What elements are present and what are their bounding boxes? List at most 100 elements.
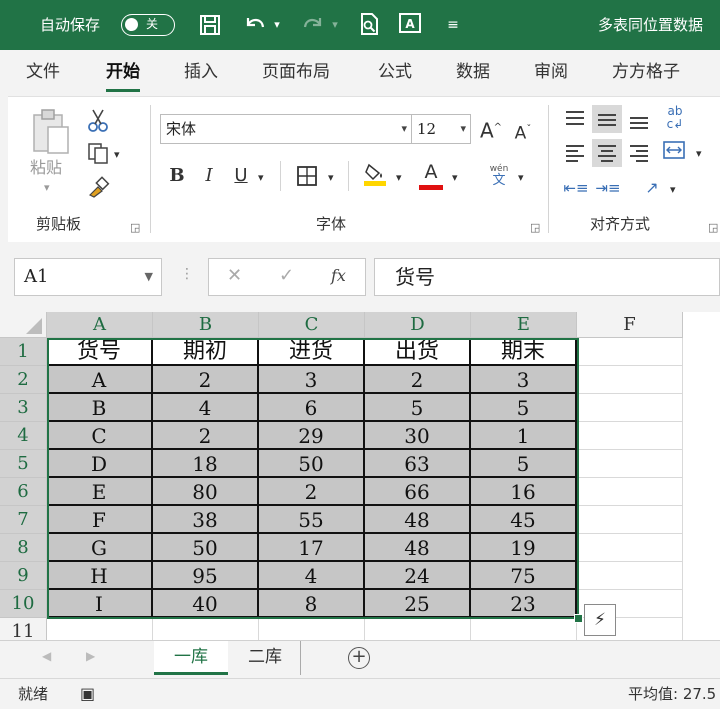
- print-preview-icon[interactable]: [355, 12, 383, 38]
- row-header-8[interactable]: 8: [0, 534, 47, 562]
- row-header-9[interactable]: 9: [0, 562, 47, 590]
- cell-A10[interactable]: I: [47, 590, 153, 618]
- cell-D9[interactable]: 24: [365, 562, 471, 590]
- tab-fangfang[interactable]: 方方格子: [612, 50, 680, 96]
- tab-data[interactable]: 数据: [456, 50, 490, 96]
- shrink-font-icon[interactable]: Aˇ: [510, 117, 536, 147]
- tab-file[interactable]: 文件: [26, 50, 60, 96]
- tab-review[interactable]: 审阅: [534, 50, 568, 96]
- customize-qat-icon[interactable]: ≡: [444, 12, 462, 38]
- cell-B5[interactable]: 18: [153, 450, 259, 478]
- cell-C5[interactable]: 50: [259, 450, 365, 478]
- cell-E2[interactable]: 3: [471, 366, 577, 394]
- cell-F5[interactable]: [577, 450, 683, 478]
- fill-color-dropdown-icon[interactable]: ▾: [396, 165, 402, 191]
- cell-F8[interactable]: [577, 534, 683, 562]
- select-all-corner[interactable]: [0, 312, 47, 338]
- align-left-icon[interactable]: [560, 139, 590, 167]
- status-average[interactable]: 平均值: 27.5: [628, 679, 716, 709]
- cell-C9[interactable]: 4: [259, 562, 365, 590]
- cell-B9[interactable]: 95: [153, 562, 259, 590]
- font-size-box[interactable]: 12 ▾: [411, 114, 471, 144]
- wrap-text-icon[interactable]: ab c↲: [660, 105, 690, 131]
- sheet-tab-1[interactable]: 一库: [154, 641, 228, 675]
- column-header-f[interactable]: F: [577, 312, 683, 338]
- column-header-d[interactable]: D: [365, 312, 471, 338]
- cell-B4[interactable]: 2: [153, 422, 259, 450]
- cell-D4[interactable]: 30: [365, 422, 471, 450]
- cell-D6[interactable]: 66: [365, 478, 471, 506]
- font-size-dropdown-icon[interactable]: ▾: [460, 115, 466, 143]
- cell-B2[interactable]: 2: [153, 366, 259, 394]
- cell-A3[interactable]: B: [47, 394, 153, 422]
- font-name-box[interactable]: 宋体 ▾: [160, 114, 412, 144]
- cell-F7[interactable]: [577, 506, 683, 534]
- cell-A2[interactable]: A: [47, 366, 153, 394]
- cell-C10[interactable]: 8: [259, 590, 365, 618]
- tab-home[interactable]: 开始: [106, 50, 140, 96]
- align-center-icon[interactable]: [592, 139, 622, 167]
- enter-icon[interactable]: ✓: [279, 265, 294, 286]
- align-middle-icon[interactable]: [592, 105, 622, 133]
- cell-E11[interactable]: [471, 618, 577, 640]
- align-top-icon[interactable]: [560, 105, 590, 133]
- cell-A11[interactable]: [47, 618, 153, 640]
- orientation-dropdown-icon[interactable]: ▾: [670, 177, 676, 203]
- cell-C11[interactable]: [259, 618, 365, 640]
- row-header-10[interactable]: 10: [0, 590, 47, 618]
- cell-C6[interactable]: 2: [259, 478, 365, 506]
- paste-icon[interactable]: [28, 107, 74, 161]
- cell-A4[interactable]: C: [47, 422, 153, 450]
- merge-dropdown-icon[interactable]: ▾: [696, 141, 702, 167]
- align-right-icon[interactable]: [624, 139, 654, 167]
- cell-B6[interactable]: 80: [153, 478, 259, 506]
- phonetic-dropdown-icon[interactable]: ▾: [518, 165, 524, 191]
- cell-C8[interactable]: 17: [259, 534, 365, 562]
- cell-B1[interactable]: 期初: [153, 338, 259, 366]
- phonetic-guide-icon[interactable]: wén 文: [484, 163, 514, 187]
- name-box-dropdown-icon[interactable]: ▼: [145, 259, 153, 295]
- cell-E3[interactable]: 5: [471, 394, 577, 422]
- row-header-3[interactable]: 3: [0, 394, 47, 422]
- accessibility-icon[interactable]: ▣: [80, 679, 95, 709]
- row-header-1[interactable]: 1: [0, 338, 47, 366]
- merge-center-icon[interactable]: [660, 139, 688, 169]
- cell-B10[interactable]: 40: [153, 590, 259, 618]
- cell-F9[interactable]: [577, 562, 683, 590]
- formula-input[interactable]: 货号: [374, 258, 720, 296]
- cell-A8[interactable]: G: [47, 534, 153, 562]
- cell-E1[interactable]: 期末: [471, 338, 577, 366]
- insert-function-icon[interactable]: fx: [331, 266, 346, 285]
- cell-E4[interactable]: 1: [471, 422, 577, 450]
- cell-F6[interactable]: [577, 478, 683, 506]
- cell-A1[interactable]: 货号: [47, 338, 153, 366]
- cell-E10[interactable]: 23: [471, 590, 577, 618]
- tab-formulas[interactable]: 公式: [378, 50, 412, 96]
- column-header-a[interactable]: A: [47, 312, 153, 338]
- cell-C7[interactable]: 55: [259, 506, 365, 534]
- underline-button[interactable]: U: [230, 163, 252, 189]
- cell-D10[interactable]: 25: [365, 590, 471, 618]
- quick-analysis-icon[interactable]: ⚡: [584, 604, 616, 636]
- cell-F1[interactable]: [577, 338, 683, 366]
- next-sheet-icon[interactable]: ▶: [86, 649, 95, 663]
- autosave-toggle[interactable]: 关: [121, 14, 175, 36]
- borders-icon[interactable]: [294, 163, 320, 195]
- cell-C4[interactable]: 29: [259, 422, 365, 450]
- cell-A7[interactable]: F: [47, 506, 153, 534]
- cell-A5[interactable]: D: [47, 450, 153, 478]
- font-launcher-icon[interactable]: ◲: [530, 221, 540, 234]
- cell-B7[interactable]: 38: [153, 506, 259, 534]
- font-color-icon[interactable]: A: [418, 159, 444, 190]
- grow-font-icon[interactable]: A^: [478, 115, 504, 144]
- alignment-launcher-icon[interactable]: ◲: [708, 221, 718, 234]
- cell-F4[interactable]: [577, 422, 683, 450]
- align-bottom-icon[interactable]: [624, 105, 654, 133]
- paste-dropdown-icon[interactable]: ▾: [44, 175, 50, 201]
- save-icon[interactable]: [196, 12, 224, 38]
- orientation-icon[interactable]: ↗: [638, 175, 666, 201]
- cell-E5[interactable]: 5: [471, 450, 577, 478]
- column-header-b[interactable]: B: [153, 312, 259, 338]
- name-box[interactable]: A1 ▼: [14, 258, 162, 296]
- tab-page-layout[interactable]: 页面布局: [262, 50, 330, 96]
